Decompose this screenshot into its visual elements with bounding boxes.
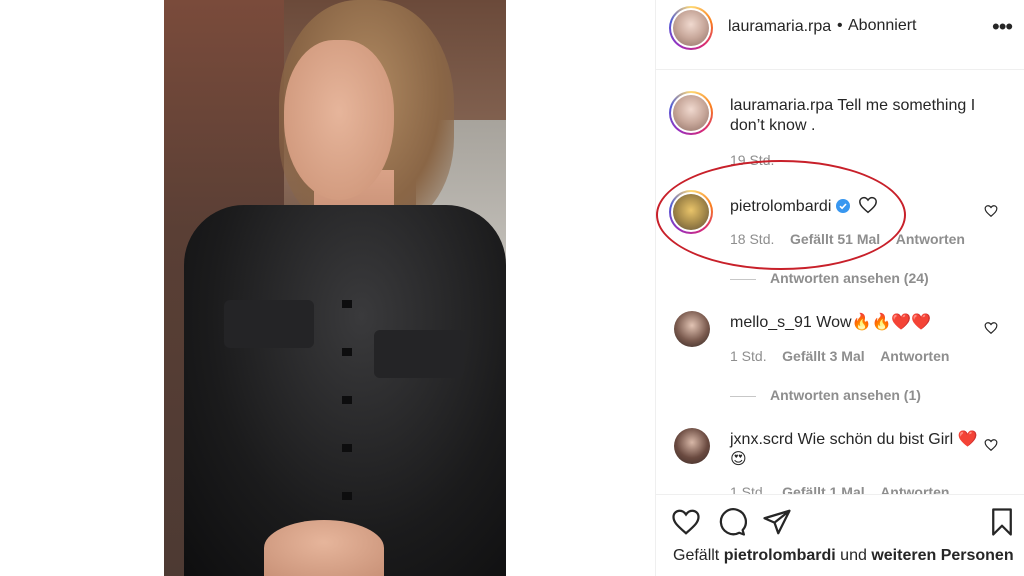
caption-avatar[interactable] <box>669 91 713 135</box>
comment-mello: mello_s_91 Wow🔥🔥❤️❤️ <box>730 313 931 333</box>
comment-username[interactable]: pietrolombardi <box>730 198 831 215</box>
author-avatar[interactable] <box>669 6 713 50</box>
photo-pocket-right <box>374 330 464 378</box>
likes-user-link[interactable]: pietrolombardi <box>724 547 836 564</box>
photo-face <box>284 40 394 200</box>
caption-username[interactable]: lauramaria.rpa <box>730 97 833 114</box>
post-photo-area <box>0 0 655 576</box>
more-options-icon[interactable]: ••• <box>992 14 1013 40</box>
comment-heart-inline-icon <box>858 196 878 214</box>
comment-like-heart-icon[interactable] <box>984 204 998 218</box>
comment-reply-button[interactable]: Antworten <box>880 484 949 494</box>
verified-badge-icon <box>835 199 850 213</box>
follow-status-button[interactable]: Abonniert <box>848 17 917 35</box>
likes-others-link[interactable]: weiteren Personen <box>871 547 1013 564</box>
likes-summary: Gefällt pietrolombardi und weiteren Pers… <box>673 547 1014 565</box>
comment-likes[interactable]: Gefällt 3 Mal <box>782 348 864 364</box>
comment-meta-pietrolombardi: 18 Std. Gefällt 51 Mal Antworten <box>730 231 965 247</box>
comment-username[interactable]: jxnx.scrd <box>730 431 793 448</box>
comment-time: 1 Std. <box>730 348 767 364</box>
comment-meta-mello: 1 Std. Gefällt 3 Mal Antworten <box>730 348 949 364</box>
comment-pietrolombardi: pietrolombardi <box>730 196 878 217</box>
comment-username[interactable]: mello_s_91 <box>730 314 812 331</box>
view-replies-button[interactable]: Antworten ansehen (1) <box>730 387 921 403</box>
comment-time: 18 Std. <box>730 231 775 247</box>
header-separator: • <box>837 17 843 34</box>
comment-time: 1 Std. <box>730 484 767 494</box>
comment-meta-jxnx: 1 Std. Gefällt 1 Mal Antworten <box>730 484 949 494</box>
comment-text: Wie schön du bist Girl <box>797 431 954 448</box>
photo-jacket-buttons <box>342 300 352 500</box>
comment-icon[interactable] <box>717 507 747 537</box>
photo-pocket-left <box>224 300 314 348</box>
post-header: lauramaria.rpa • Abonniert ••• <box>656 0 1024 70</box>
comment-avatar-mello[interactable] <box>674 311 710 347</box>
comment-text: Wow🔥🔥❤️❤️ <box>816 314 932 331</box>
caption: lauramaria.rpa Tell me something I don’t… <box>730 96 1000 136</box>
likes-prefix: Gefällt <box>673 547 720 564</box>
comment-like-heart-icon[interactable] <box>984 321 998 335</box>
comment-reply-button[interactable]: Antworten <box>880 348 949 364</box>
post-actions-bar: Gefällt pietrolombardi und weiteren Pers… <box>656 494 1024 576</box>
comment-avatar-pietrolombardi[interactable] <box>669 190 713 234</box>
bookmark-icon[interactable] <box>987 507 1017 537</box>
share-icon[interactable] <box>762 507 792 537</box>
comment-avatar-jxnx[interactable] <box>674 428 710 464</box>
comment-jxnx: jxnx.scrd Wie schön du bist Girl ❤️😍 <box>730 430 980 470</box>
post-image[interactable] <box>164 0 506 576</box>
comment-likes[interactable]: Gefällt 1 Mal <box>782 484 864 494</box>
heart-icon[interactable] <box>671 507 701 537</box>
comment-reply-button[interactable]: Antworten <box>896 231 965 247</box>
comment-like-heart-icon[interactable] <box>984 438 998 452</box>
view-replies-button[interactable]: Antworten ansehen (24) <box>730 270 929 286</box>
author-username[interactable]: lauramaria.rpa <box>728 18 831 36</box>
comment-likes[interactable]: Gefällt 51 Mal <box>790 231 880 247</box>
post-side-panel: lauramaria.rpa • Abonniert ••• lauramari… <box>655 0 1024 576</box>
likes-connector: und <box>840 547 867 564</box>
photo-hand <box>264 520 384 576</box>
